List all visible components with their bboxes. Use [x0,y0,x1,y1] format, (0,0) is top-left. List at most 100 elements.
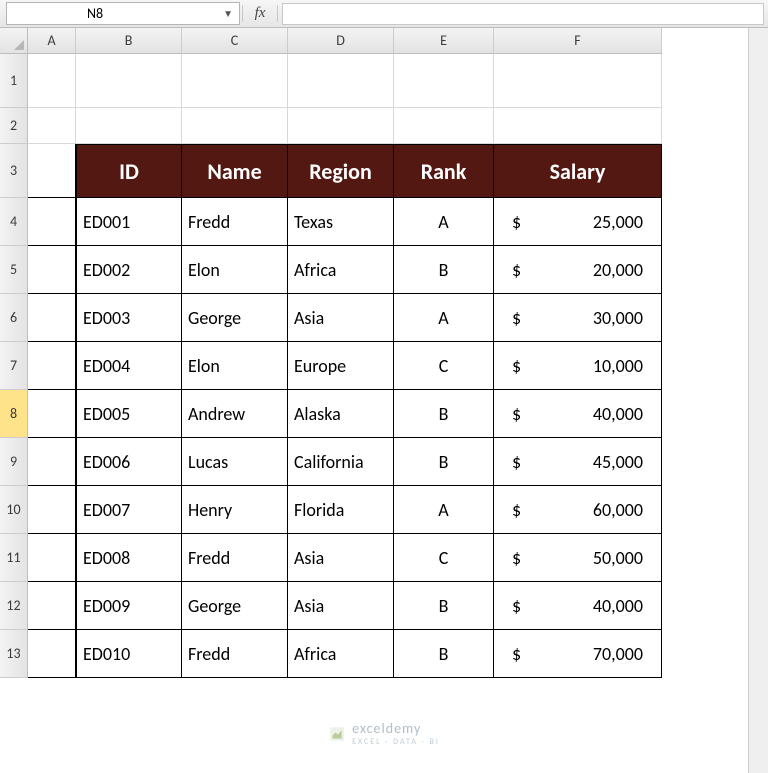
cell-A8[interactable] [28,390,76,438]
vertical-scrollbar[interactable] [748,28,768,773]
row-header-13[interactable]: 13 [0,630,28,678]
cell-C5[interactable]: Elon [182,246,288,294]
formula-input[interactable] [282,3,764,25]
cell-F11[interactable]: $50,000 [494,534,662,582]
cell-A1[interactable] [28,54,76,108]
column-header-F[interactable]: F [494,28,662,54]
cell-A13[interactable] [28,630,76,678]
row-header-12[interactable]: 12 [0,582,28,630]
row-header-9[interactable]: 9 [0,438,28,486]
cell-E11[interactable]: C [394,534,494,582]
cell-C9[interactable]: Lucas [182,438,288,486]
cell-C11[interactable]: Fredd [182,534,288,582]
column-header-A[interactable]: A [28,28,76,54]
cell-D12[interactable]: Asia [288,582,394,630]
cell-B11[interactable]: ED008 [76,534,182,582]
cell-F3[interactable]: Salary [494,144,662,198]
row-header-1[interactable]: 1 [0,54,28,108]
cell-C3[interactable]: Name [182,144,288,198]
cell-D5[interactable]: Africa [288,246,394,294]
cell-B5[interactable]: ED002 [76,246,182,294]
cell-E9[interactable]: B [394,438,494,486]
name-box[interactable]: N8 ▼ [6,2,240,25]
row-header-3[interactable]: 3 [0,144,28,198]
cell-F9[interactable]: $45,000 [494,438,662,486]
cell-B8[interactable]: ED005 [76,390,182,438]
cell-E13[interactable]: B [394,630,494,678]
cell-F8[interactable]: $40,000 [494,390,662,438]
cell-D10[interactable]: Florida [288,486,394,534]
cell-E5[interactable]: B [394,246,494,294]
cell-E7[interactable]: C [394,342,494,390]
cell-C4[interactable]: Fredd [182,198,288,246]
cell-F13[interactable]: $70,000 [494,630,662,678]
row-header-6[interactable]: 6 [0,294,28,342]
cell-A7[interactable] [28,342,76,390]
cell-B3[interactable]: ID [76,144,182,198]
row-header-10[interactable]: 10 [0,486,28,534]
cell-F6[interactable]: $30,000 [494,294,662,342]
cell-C12[interactable]: George [182,582,288,630]
cell-C10[interactable]: Henry [182,486,288,534]
column-header-C[interactable]: C [182,28,288,54]
cell-E2[interactable] [394,108,494,144]
cell-A4[interactable] [28,198,76,246]
cell-A10[interactable] [28,486,76,534]
cell-B10[interactable]: ED007 [76,486,182,534]
cell-D7[interactable]: Europe [288,342,394,390]
cell-A3[interactable] [28,144,76,198]
cell-A2[interactable] [28,108,76,144]
cell-B7[interactable]: ED004 [76,342,182,390]
cell-F2[interactable] [494,108,662,144]
cell-E6[interactable]: A [394,294,494,342]
cell-C6[interactable]: George [182,294,288,342]
select-all-corner[interactable] [0,28,28,54]
cell-F4[interactable]: $25,000 [494,198,662,246]
cell-E1[interactable] [394,54,494,108]
cell-F1[interactable] [494,54,662,108]
cell-D13[interactable]: Africa [288,630,394,678]
cell-B4[interactable]: ED001 [76,198,182,246]
cell-F5[interactable]: $20,000 [494,246,662,294]
cell-D8[interactable]: Alaska [288,390,394,438]
cell-A12[interactable] [28,582,76,630]
cell-D3[interactable]: Region [288,144,394,198]
cell-D2[interactable] [288,108,394,144]
cell-E3[interactable]: Rank [394,144,494,198]
row-header-2[interactable]: 2 [0,108,28,144]
cell-B9[interactable]: ED006 [76,438,182,486]
cell-F12[interactable]: $40,000 [494,582,662,630]
cell-B2[interactable] [76,108,182,144]
row-header-5[interactable]: 5 [0,246,28,294]
cell-D1[interactable] [288,54,394,108]
row-header-11[interactable]: 11 [0,534,28,582]
cell-B1[interactable] [76,54,182,108]
cell-D11[interactable]: Asia [288,534,394,582]
column-header-D[interactable]: D [288,28,394,54]
row-header-4[interactable]: 4 [0,198,28,246]
cell-B13[interactable]: ED010 [76,630,182,678]
cell-D4[interactable]: Texas [288,198,394,246]
cell-E10[interactable]: A [394,486,494,534]
cell-C8[interactable]: Andrew [182,390,288,438]
row-header-7[interactable]: 7 [0,342,28,390]
cell-C2[interactable] [182,108,288,144]
row-header-8[interactable]: 8 [0,390,28,438]
cell-A9[interactable] [28,438,76,486]
cell-A11[interactable] [28,534,76,582]
cell-E12[interactable]: B [394,582,494,630]
cell-C7[interactable]: Elon [182,342,288,390]
cell-F7[interactable]: $10,000 [494,342,662,390]
cell-F10[interactable]: $60,000 [494,486,662,534]
cell-C13[interactable]: Fredd [182,630,288,678]
column-header-B[interactable]: B [76,28,182,54]
insert-function-button[interactable]: fx [242,5,278,22]
column-header-E[interactable]: E [394,28,494,54]
cell-A5[interactable] [28,246,76,294]
cell-B12[interactable]: ED009 [76,582,182,630]
cell-D6[interactable]: Asia [288,294,394,342]
chevron-down-icon[interactable]: ▼ [223,7,233,20]
cell-C1[interactable] [182,54,288,108]
cell-B6[interactable]: ED003 [76,294,182,342]
cell-E8[interactable]: B [394,390,494,438]
